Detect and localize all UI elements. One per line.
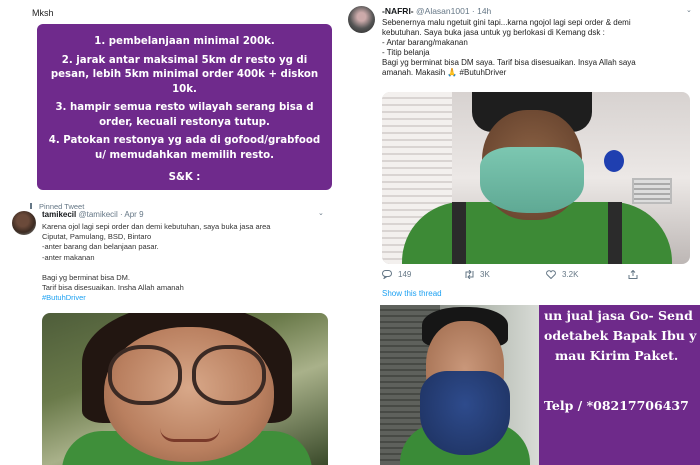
tweet-line: amanah. Makasih 🙏 #ButuhDriver [382, 68, 507, 78]
display-name[interactable]: -NAFRI- [382, 6, 414, 16]
retweet-button[interactable]: 3K [464, 269, 490, 280]
tweet-nafri[interactable]: -NAFRI- @Alasan1001 · 14h ⌄ Sebenernya m… [338, 0, 700, 305]
tweet-line: Bagi yg berminat bisa DM saya. Tarif bis… [382, 58, 636, 68]
handle-date: @tamikecil · Apr 9 [78, 210, 144, 219]
term-item: 4. Patokan restonya yg ada di gofood/gra… [48, 135, 321, 161]
driver-photo[interactable] [380, 305, 539, 465]
tweet-line: -anter makanan [42, 252, 95, 262]
like-button[interactable]: 3.2K [546, 270, 579, 280]
glasses-right [192, 345, 266, 405]
tweet-line: -anter barang dan belanjaan pasar. [42, 242, 159, 252]
tweet-line: Ciputat, Pamulang, BSD, Bintaro [42, 232, 152, 242]
chevron-down-icon[interactable]: ⌄ [318, 209, 324, 217]
face-mask [480, 147, 584, 213]
term-item: 2. jarak antar maksimal 5km dr resto yg … [50, 54, 319, 95]
display-name[interactable]: tamikecil [42, 210, 76, 219]
note-heading: Mksh [32, 8, 54, 18]
heart-icon [546, 270, 556, 280]
face-mask [420, 371, 510, 455]
driver-ad-panel: un jual jasa Go- Send odetabek Bapak Ibu… [338, 305, 700, 465]
wall-vent [632, 178, 672, 204]
terms-footer: S&K : [168, 172, 201, 183]
promo-note-panel: Mksh 1. pembelanjaan minimal 200k. 2. ja… [0, 0, 338, 198]
tweet-line: kebutuhan. Saya buka jasa untuk yg berlo… [382, 28, 605, 38]
ad-text-block: un jual jasa Go- Send odetabek Bapak Ibu… [539, 305, 700, 465]
tweet-photo[interactable] [42, 313, 328, 465]
avatar[interactable] [12, 211, 36, 235]
ad-phone: Telp / *08217706437 [544, 398, 689, 413]
tweet-line: - Titip belanja [382, 48, 430, 58]
handle-time: @Alasan1001 · 14h [416, 6, 492, 16]
term-item: 3. hampir semua resto wilayah serang bis… [55, 102, 314, 128]
tweet-photo[interactable] [382, 92, 690, 264]
share-icon [628, 269, 638, 279]
avatar[interactable] [348, 6, 375, 33]
share-button[interactable] [628, 269, 638, 279]
terms-card: 1. pembelanjaan minimal 200k. 2. jarak a… [37, 24, 332, 190]
glasses-left [108, 345, 182, 405]
retweet-icon [464, 269, 474, 280]
retweet-count: 3K [480, 270, 490, 279]
tweet-text: Karena ojol lagi sepi order dan demi keb… [42, 222, 328, 303]
tweet-text: Sebenernya malu ngetuit gini tapi...karn… [382, 18, 692, 79]
ad-line: un jual jasa Go- Send [544, 308, 693, 323]
reply-icon [382, 270, 392, 280]
pin-icon [30, 203, 36, 209]
tweet-author[interactable]: tamikecil @tamikecil · Apr 9 [42, 210, 144, 219]
tweet-line: Karena ojol lagi sepi order dan demi keb… [42, 222, 271, 231]
chevron-down-icon[interactable]: ⌄ [686, 6, 692, 14]
smile [160, 428, 220, 442]
tweet-author[interactable]: -NAFRI- @Alasan1001 · 14h [382, 6, 491, 16]
tweet-tamikecil[interactable]: Pinned Tweet tamikecil @tamikecil · Apr … [0, 198, 338, 465]
reply-count: 149 [398, 270, 412, 279]
tweet-line: Bagi yg berminat bisa DM. [42, 272, 130, 282]
show-thread-link[interactable]: Show this thread [382, 289, 442, 298]
tweet-line: - Antar barang/makanan [382, 38, 468, 48]
ad-line: mau Kirim Paket. [555, 348, 679, 363]
term-item: 1. pembelanjaan minimal 200k. [94, 36, 275, 47]
balloon-decoration [604, 150, 624, 172]
hashtag-link[interactable]: #ButuhDriver [42, 293, 328, 303]
like-count: 3.2K [562, 270, 579, 279]
tweet-line: Tarif bisa disesuaikan. Insha Allah aman… [42, 283, 184, 293]
ad-line: odetabek Bapak Ibu y [544, 328, 697, 343]
tweet-line: Sebenernya malu ngetuit gini tapi...karn… [382, 18, 631, 27]
reply-button[interactable]: 149 [382, 270, 412, 280]
